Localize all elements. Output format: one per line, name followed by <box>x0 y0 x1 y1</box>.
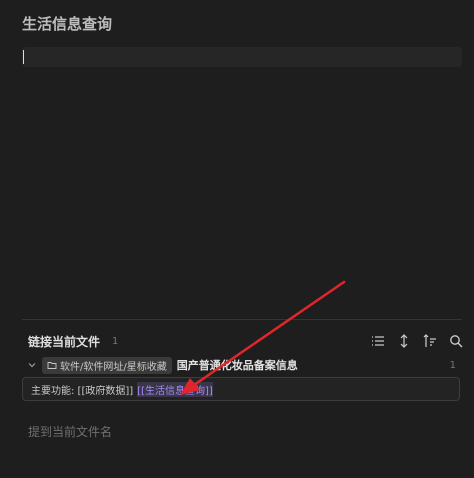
folder-icon <box>47 362 57 369</box>
folder-tag[interactable]: 软件/软件网址/星标收藏 <box>42 356 172 374</box>
sort-icon[interactable] <box>422 333 438 349</box>
text-caret <box>23 50 24 64</box>
unlinked-mentions-title[interactable]: 提到当前文件名 <box>28 423 112 440</box>
backlinks-header: 链接当前文件 1 <box>28 332 464 350</box>
backlink-file-name[interactable]: 国产普通化妆品备案信息 <box>177 357 298 373</box>
backlink-snippet[interactable]: 主要功能: [[政府数据]] [[生活信息查询]] <box>22 377 460 401</box>
snippet-link[interactable]: [[生活信息查询]] <box>137 381 213 397</box>
backlinks-toolbar <box>370 333 464 349</box>
chevron-down-icon[interactable] <box>26 359 38 371</box>
search-icon[interactable] <box>448 333 464 349</box>
editor-line[interactable] <box>22 47 462 67</box>
backlinks-count: 1 <box>112 335 119 347</box>
note-title[interactable]: 生活信息查询 <box>22 13 112 34</box>
section-divider <box>22 319 462 320</box>
expand-collapse-icon[interactable] <box>396 333 412 349</box>
backlinks-title[interactable]: 链接当前文件 <box>28 333 100 350</box>
annotation-arrow <box>180 280 346 395</box>
backlink-file-row[interactable]: 软件/软件网址/星标收藏 国产普通化妆品备案信息 1 <box>26 356 460 374</box>
backlink-file-count: 1 <box>449 359 456 371</box>
folder-tag-label: 软件/软件网址/星标收藏 <box>60 361 167 373</box>
snippet-text: 主要功能: [[政府数据]] <box>31 385 134 397</box>
list-icon[interactable] <box>370 333 386 349</box>
